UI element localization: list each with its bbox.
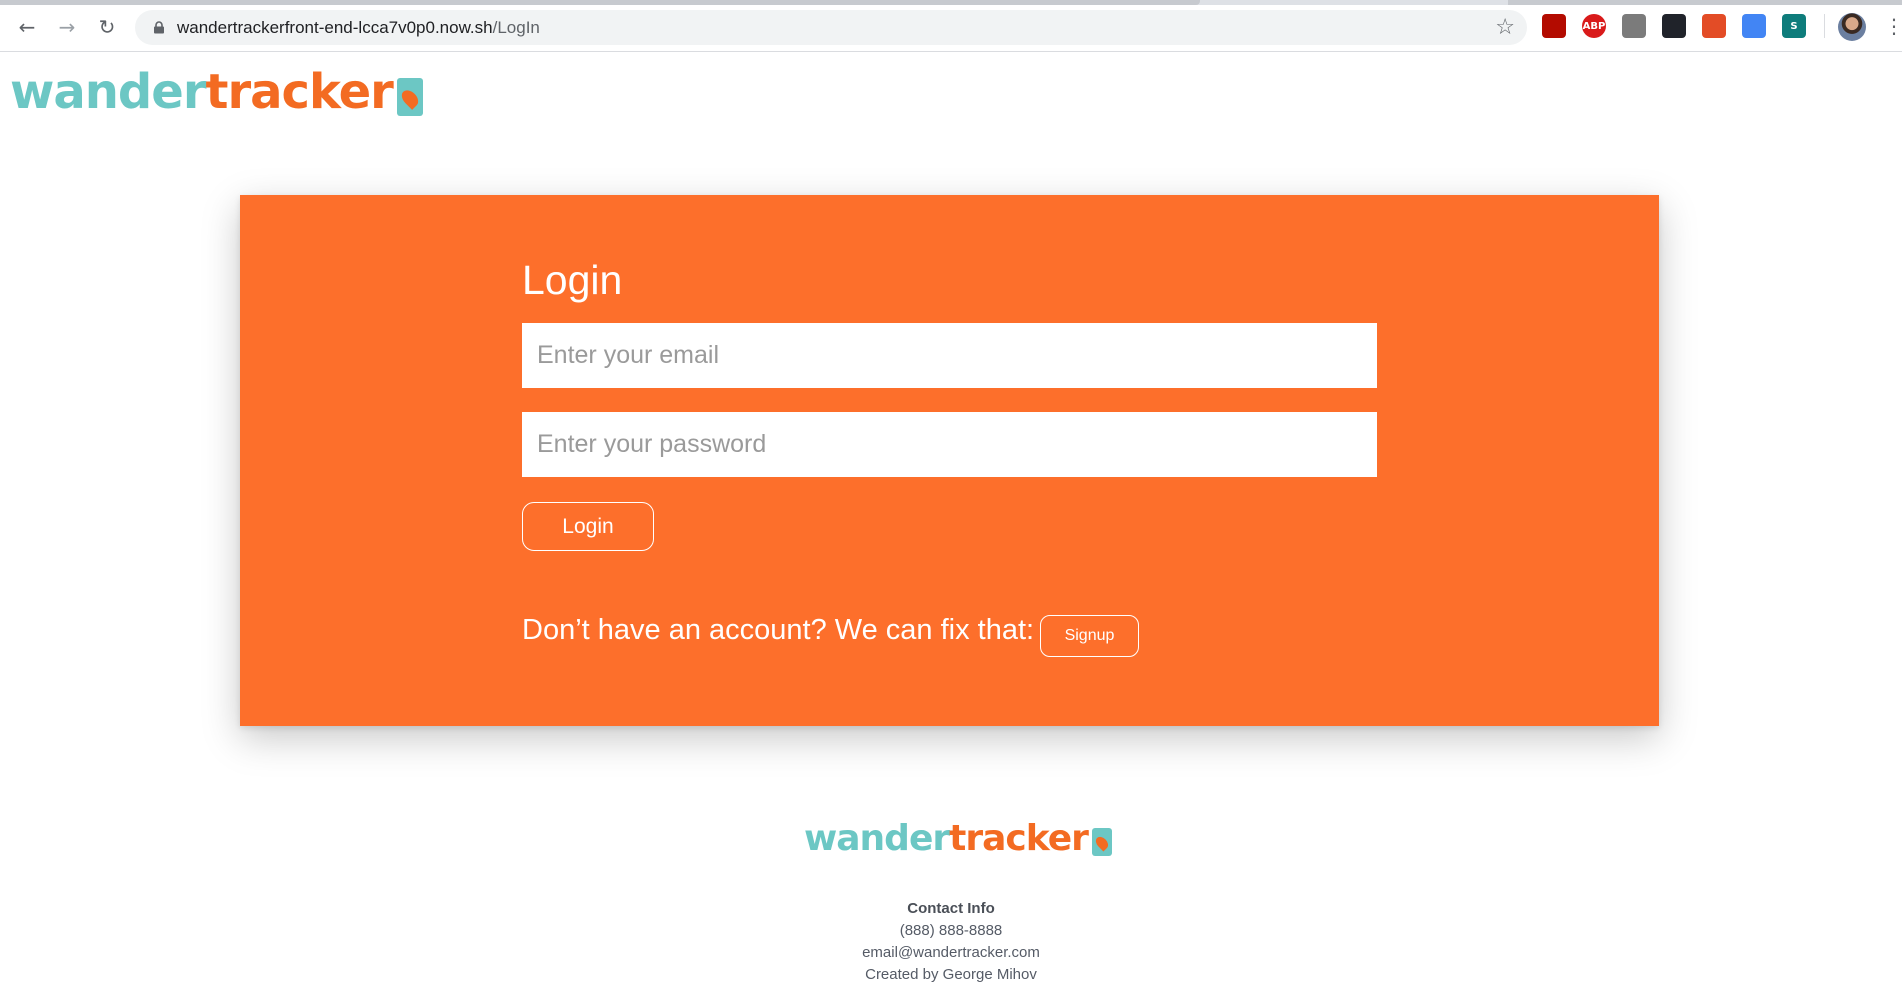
url-host: wandertrackerfront-end-lcca7v0p0.now.sh: [177, 18, 493, 37]
logo-wander-text: wander: [10, 64, 206, 120]
forward-button[interactable]: →: [52, 12, 82, 42]
contact-phone: (888) 888-8888: [899, 922, 1003, 939]
lock-icon: [154, 21, 164, 34]
logo-tracker-text: tracker: [949, 818, 1089, 859]
footer-credit: Created by George Mihov: [865, 966, 1037, 983]
arrow-left-icon: ←: [18, 15, 36, 39]
bookmark-star-icon[interactable]: ☆: [1495, 15, 1515, 40]
toolbar-divider: [1824, 14, 1825, 38]
email-field[interactable]: [522, 323, 1377, 388]
signup-prompt: Don’t have an account? We can fix that:: [522, 614, 1035, 646]
header-logo[interactable]: wander tracker: [10, 64, 423, 120]
logo-wander-text: wander: [804, 818, 950, 859]
footer-logo[interactable]: wander tracker: [804, 818, 1112, 859]
map-pin-icon: [396, 78, 423, 116]
tab-strip: [0, 0, 1902, 5]
arrow-right-icon: →: [58, 15, 76, 39]
login-title: Login: [522, 257, 623, 303]
browser-menu-icon[interactable]: ⋮: [1884, 14, 1902, 38]
contact-heading: Contact Info: [907, 900, 995, 917]
reload-icon: ↻: [98, 15, 116, 39]
footer: Contact Info (888) 888-8888 email@wander…: [0, 898, 1902, 986]
url-text: wandertrackerfront-end-lcca7v0p0.now.sh/…: [177, 18, 540, 38]
address-bar[interactable]: wandertrackerfront-end-lcca7v0p0.now.sh/…: [135, 10, 1527, 45]
react-devtools-icon[interactable]: [1662, 14, 1686, 38]
cube-icon[interactable]: [1622, 14, 1646, 38]
login-card: Login Login Don’t have an account? We ca…: [240, 195, 1659, 726]
signup-button[interactable]: Signup: [1040, 615, 1139, 657]
password-field[interactable]: [522, 412, 1377, 477]
acrobat-icon[interactable]: [1542, 14, 1566, 38]
back-button[interactable]: ←: [12, 12, 42, 42]
inactive-tab-indicator[interactable]: [1508, 0, 1902, 5]
browser-toolbar: ← → ↻ wandertrackerfront-end-lcca7v0p0.n…: [0, 0, 1902, 52]
contact-email: email@wandertracker.com: [862, 944, 1040, 961]
color-picker-icon[interactable]: [1702, 14, 1726, 38]
url-path: /LogIn: [492, 18, 540, 37]
reload-button[interactable]: ↻: [92, 12, 122, 42]
login-button[interactable]: Login: [522, 502, 654, 551]
stylus-icon[interactable]: S: [1782, 14, 1806, 38]
adblock-icon[interactable]: ABP: [1582, 14, 1606, 38]
logo-tracker-text: tracker: [205, 64, 394, 120]
profile-avatar[interactable]: [1838, 13, 1866, 41]
map-pin-icon: [1091, 828, 1112, 856]
pen-tool-icon[interactable]: [1742, 14, 1766, 38]
active-tab-indicator[interactable]: [0, 0, 1200, 5]
